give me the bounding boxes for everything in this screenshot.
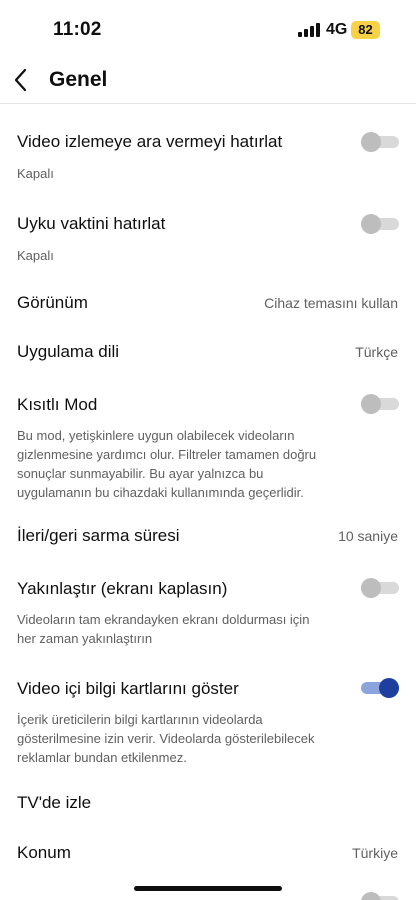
top-bar: Genel [0,56,416,104]
setting-value: Cihaz temasını kullan [264,295,398,311]
status-time: 11:02 [53,19,102,40]
setting-title: Uygulama dili [17,342,120,361]
setting-restricted-mode[interactable]: Kısıtlı Mod Bu mod, yetişkinlere uygun o… [0,382,416,502]
setting-location[interactable]: Konum Türkiye [0,830,416,876]
setting-subtitle: Kapalı [17,166,54,181]
home-indicator [134,886,282,891]
setting-bedtime-reminder[interactable]: Uyku vaktini hatırlat Kapalı [0,197,416,277]
status-bar: 11:02 4G 82 [0,0,416,56]
setting-seek-duration[interactable]: İleri/geri sarma süresi 10 saniye [0,513,416,559]
setting-title: Görünüm [17,293,88,312]
setting-description: İçerik üreticilerin bilgi kartlarının vi… [17,712,315,765]
setting-subtitle: Kapalı [17,248,54,263]
setting-value: Türkiye [352,845,398,861]
setting-appearance[interactable]: Görünüm Cihaz temasını kullan [0,280,416,326]
setting-value: Türkçe [355,344,398,360]
setting-zoom-to-fill[interactable]: Yakınlaştır (ekranı kaplasın) Videoların… [0,566,416,650]
setting-app-language[interactable]: Uygulama dili Türkçe [0,329,416,375]
zoom-to-fill-toggle[interactable] [361,578,399,598]
setting-title: İleri/geri sarma süresi [17,526,180,545]
setting-watch-on-tv[interactable]: TV'de izle [0,780,416,826]
page-title: Genel [49,68,108,91]
setting-title: Konum [17,843,71,862]
info-cards-toggle[interactable] [361,678,399,698]
restricted-mode-toggle[interactable] [361,394,399,414]
partial-row-toggle[interactable] [361,892,399,900]
setting-title: Yakınlaştır (ekranı kaplasın) [17,579,228,598]
setting-title: Kısıtlı Mod [17,395,98,414]
setting-title: Video içi bilgi kartlarını göster [17,679,239,698]
setting-description: Bu mod, yetişkinlere uygun olabilecek vi… [17,428,317,500]
setting-title: Uyku vaktini hatırlat [17,214,166,233]
break-reminder-toggle[interactable] [361,132,399,152]
battery-icon: 82 [351,21,380,39]
setting-value: 10 saniye [338,528,398,544]
setting-info-cards[interactable]: Video içi bilgi kartlarını göster İçerik… [0,666,416,770]
network-type: 4G [326,21,348,38]
setting-description: Videoların tam ekrandayken ekranı doldur… [17,612,310,646]
setting-title: Video izlemeye ara vermeyi hatırlat [17,132,283,151]
setting-break-reminder[interactable]: Video izlemeye ara vermeyi hatırlat Kapa… [0,115,416,195]
back-arrow-icon[interactable] [10,66,34,94]
bedtime-reminder-toggle[interactable] [361,214,399,234]
cellular-signal-icon [298,23,320,37]
setting-title: TV'de izle [17,793,92,812]
